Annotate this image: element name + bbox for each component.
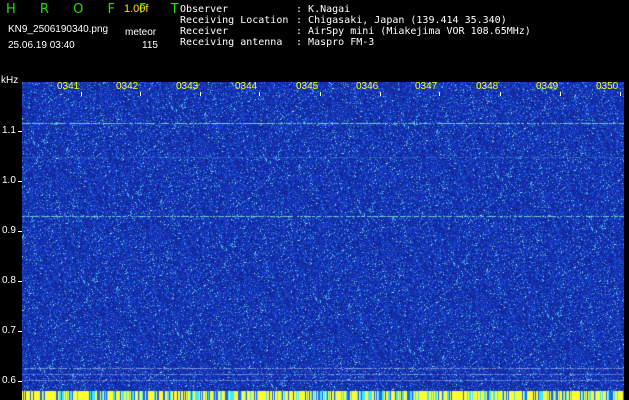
x-tick-mark xyxy=(439,92,440,96)
metadata-key-observer: Observer xyxy=(180,4,229,15)
y-tick-label: 1.1 xyxy=(2,125,16,136)
detection-mode: meteor xyxy=(125,27,157,38)
y-tick-mark xyxy=(18,381,22,382)
x-tick-label: 0342 xyxy=(116,81,139,92)
y-tick-mark xyxy=(18,181,22,182)
x-tick-label: 0345 xyxy=(296,81,319,92)
x-tick-label: 0347 xyxy=(415,81,438,92)
x-tick-mark xyxy=(380,92,381,96)
x-tick-mark xyxy=(140,92,141,96)
y-axis-unit-label: kHz xyxy=(1,75,19,86)
metadata-key-antenna: Receiving antenna xyxy=(180,37,283,48)
app-brand-title: H R O F F T xyxy=(6,2,189,17)
y-tick-label: 0.7 xyxy=(2,325,16,336)
y-tick-label: 1.0 xyxy=(2,175,16,186)
metadata-value-receiver: : AirSpy mini (Miakejima VOR 108.65MHz) xyxy=(296,26,531,37)
metadata-value-location: : Chigasaki, Japan (139.414 35.340) xyxy=(296,15,507,26)
metadata-value-observer: : K.Nagai xyxy=(296,4,351,15)
x-tick-mark xyxy=(500,92,501,96)
y-tick-label: 0.8 xyxy=(2,275,16,286)
y-tick-mark xyxy=(18,331,22,332)
x-tick-mark xyxy=(320,92,321,96)
observation-datetime: 25.06.19 03:40 xyxy=(8,40,75,51)
app-version: 1.00f xyxy=(124,3,149,15)
x-tick-mark xyxy=(620,92,621,96)
x-tick-mark xyxy=(81,92,82,96)
x-tick-label: 0346 xyxy=(356,81,379,92)
x-tick-label: 0350 xyxy=(596,81,619,92)
metadata-key-receiver: Receiver xyxy=(180,26,229,37)
meteor-count: 115 xyxy=(142,40,158,51)
x-tick-label: 0348 xyxy=(476,81,499,92)
spectrogram-image xyxy=(22,82,624,400)
metadata-value-antenna: : Maspro FM-3 xyxy=(296,37,375,48)
x-tick-label: 0344 xyxy=(235,81,258,92)
y-tick-mark xyxy=(18,131,22,132)
y-tick-mark xyxy=(18,231,22,232)
metadata-key-location: Receiving Location xyxy=(180,15,289,26)
x-tick-mark xyxy=(259,92,260,96)
x-tick-label: 0343 xyxy=(176,81,199,92)
x-tick-label: 0341 xyxy=(57,81,80,92)
y-tick-mark xyxy=(18,281,22,282)
y-tick-label: 0.9 xyxy=(2,225,16,236)
y-tick-label: 0.6 xyxy=(2,375,16,386)
x-tick-label: 0349 xyxy=(536,81,559,92)
x-tick-mark xyxy=(560,92,561,96)
x-tick-mark xyxy=(200,92,201,96)
image-filename: KN9_2506190340.png xyxy=(8,24,109,35)
